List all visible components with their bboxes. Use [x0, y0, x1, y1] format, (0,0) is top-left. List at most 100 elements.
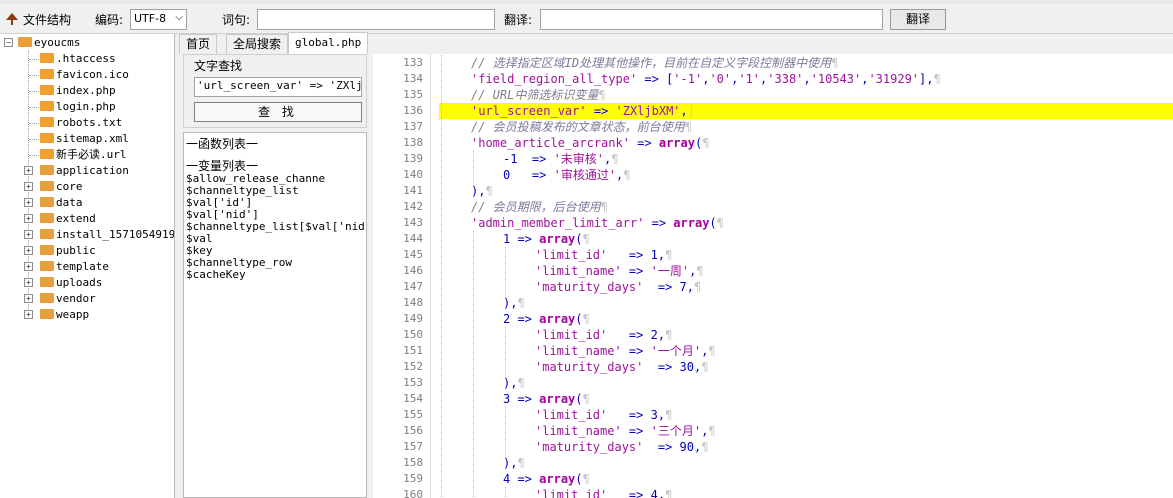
- chevron-down-icon: ⌵: [175, 12, 183, 23]
- code-line: 'limit_id' => 3,¶: [535, 407, 672, 423]
- expand-icon[interactable]: +: [24, 246, 33, 255]
- code-token: =>: [607, 488, 651, 498]
- tree-folder[interactable]: + extend: [24, 211, 96, 227]
- indent-guide: [473, 231, 474, 247]
- folder-icon: [40, 229, 54, 239]
- code-token: ¶: [708, 424, 716, 438]
- tree-file[interactable]: .htaccess: [40, 51, 116, 67]
- code-token: 'admin_member_limit_arr': [471, 216, 645, 230]
- folder-icon: [40, 277, 54, 287]
- file-icon: [40, 85, 54, 95]
- code-token: '31929': [868, 72, 920, 86]
- indent-guide: [441, 487, 442, 498]
- tree-file[interactable]: sitemap.xml: [40, 131, 129, 147]
- indent-guide: [473, 279, 474, 295]
- translate-button[interactable]: 翻译: [890, 9, 946, 30]
- code-token: ),: [503, 456, 518, 470]
- collapse-icon[interactable]: −: [4, 38, 13, 47]
- indent-guide: [505, 247, 506, 263]
- tree-file-label: index.php: [56, 84, 116, 97]
- tab-home[interactable]: 首页: [179, 34, 218, 54]
- tree-file[interactable]: index.php: [40, 83, 116, 99]
- tab-global-php[interactable]: global.php: [288, 32, 369, 54]
- indent-guide: [505, 343, 506, 359]
- expand-icon[interactable]: +: [24, 230, 33, 239]
- tab-global-search[interactable]: 全局搜索: [226, 34, 289, 54]
- file-structure-label[interactable]: 文件结构: [23, 11, 71, 28]
- code-token: 'maturity_days': [535, 280, 644, 294]
- expand-icon[interactable]: +: [24, 278, 33, 287]
- code-token: ¶: [517, 456, 525, 470]
- folder-icon: [40, 293, 54, 303]
- code-line: 'maturity_days' => 30,¶: [535, 359, 708, 375]
- tree-folder[interactable]: + weapp: [24, 307, 89, 323]
- code-token: =>: [517, 152, 554, 166]
- code-token: ¶: [696, 264, 704, 278]
- tree-folder[interactable]: + vendor: [24, 291, 96, 307]
- tree-file-label: robots.txt: [56, 116, 123, 129]
- folder-icon: [40, 261, 54, 271]
- code-token: ¶: [582, 312, 590, 326]
- line-number: 152: [403, 360, 423, 373]
- tree-folder[interactable]: + application: [24, 163, 129, 179]
- expand-icon[interactable]: +: [24, 310, 33, 319]
- code-token: '10543': [810, 72, 862, 86]
- tree-folder-label: extend: [56, 212, 96, 225]
- code-token: ¶: [716, 216, 724, 230]
- line-number: 154: [403, 392, 423, 405]
- expand-icon[interactable]: +: [24, 182, 33, 191]
- code-token: 'limit_id': [535, 328, 608, 342]
- line-number: 135: [403, 88, 423, 101]
- translate-input[interactable]: [540, 9, 883, 30]
- code-token: ),: [503, 376, 518, 390]
- tree-guide-tick: [29, 75, 39, 76]
- tree-file[interactable]: robots.txt: [40, 115, 122, 131]
- code-token: ,: [657, 488, 666, 498]
- variable-item[interactable]: $channeltype_list[$val['nid']: [186, 221, 366, 233]
- indent-guide: [441, 247, 442, 263]
- encoding-select[interactable]: UTF-8 ⌵: [130, 9, 187, 30]
- indent-guide: [441, 407, 442, 423]
- code-line: 'limit_id' => 4,¶: [535, 487, 672, 498]
- line-number: 147: [403, 280, 423, 293]
- tree-root[interactable]: − eyoucms: [4, 35, 80, 51]
- folder-icon: [40, 165, 54, 175]
- code-line: 'field_region_all_type' => ['-1','0','1'…: [471, 71, 941, 87]
- indent-guide: [473, 343, 474, 359]
- indent-guide: [473, 391, 474, 407]
- tree-file[interactable]: 新手必读.url: [40, 147, 127, 163]
- code-token: ¶: [665, 408, 673, 422]
- code-editor[interactable]: 133 134 135 136 137 138 139 140 141 142 143 144 145 1…: [373, 54, 1173, 498]
- tree-folder[interactable]: + uploads: [24, 275, 102, 291]
- code-token: =>: [586, 104, 616, 118]
- code-line: 'limit_id' => 1,¶: [535, 247, 672, 263]
- code-token: 'limit_id': [535, 408, 608, 422]
- line-number: 153: [403, 376, 423, 389]
- code-line: // 会员投稿发布的文章状态，前台使用¶: [471, 119, 692, 135]
- tree-guide-tick: [29, 155, 39, 156]
- tree-folder[interactable]: + core: [24, 179, 83, 195]
- tree-folder[interactable]: + data: [24, 195, 83, 211]
- variable-item[interactable]: $cacheKey: [186, 269, 246, 281]
- tree-root-label: eyoucms: [34, 36, 81, 49]
- tree-folder[interactable]: + public: [24, 243, 96, 259]
- expand-icon[interactable]: +: [24, 294, 33, 303]
- code-line: 'limit_id' => 2,¶: [535, 327, 672, 343]
- tree-file[interactable]: favicon.ico: [40, 67, 129, 83]
- code-token: 7: [679, 280, 687, 294]
- tree-folder[interactable]: + install_1571054919: [24, 227, 174, 243]
- tree-folder[interactable]: + template: [24, 259, 109, 275]
- expand-icon[interactable]: +: [24, 198, 33, 207]
- find-button[interactable]: 查 找: [194, 102, 362, 122]
- word-input[interactable]: [257, 9, 495, 30]
- expand-icon[interactable]: +: [24, 262, 33, 271]
- file-icon: [40, 117, 54, 127]
- search-input[interactable]: 'url_screen_var' => 'ZXljbXM: [194, 77, 362, 97]
- editor-window: 文件结构 编码: UTF-8 ⌵ 词句: 翻译: 翻译 − eyoucms .hta…: [0, 0, 1173, 498]
- code-token: 'url_screen_var': [471, 104, 587, 118]
- expand-icon[interactable]: +: [24, 166, 33, 175]
- expand-icon[interactable]: +: [24, 214, 33, 223]
- tree-file[interactable]: login.php: [40, 99, 116, 115]
- code-token: ,: [657, 408, 666, 422]
- indent-guide: [441, 439, 442, 455]
